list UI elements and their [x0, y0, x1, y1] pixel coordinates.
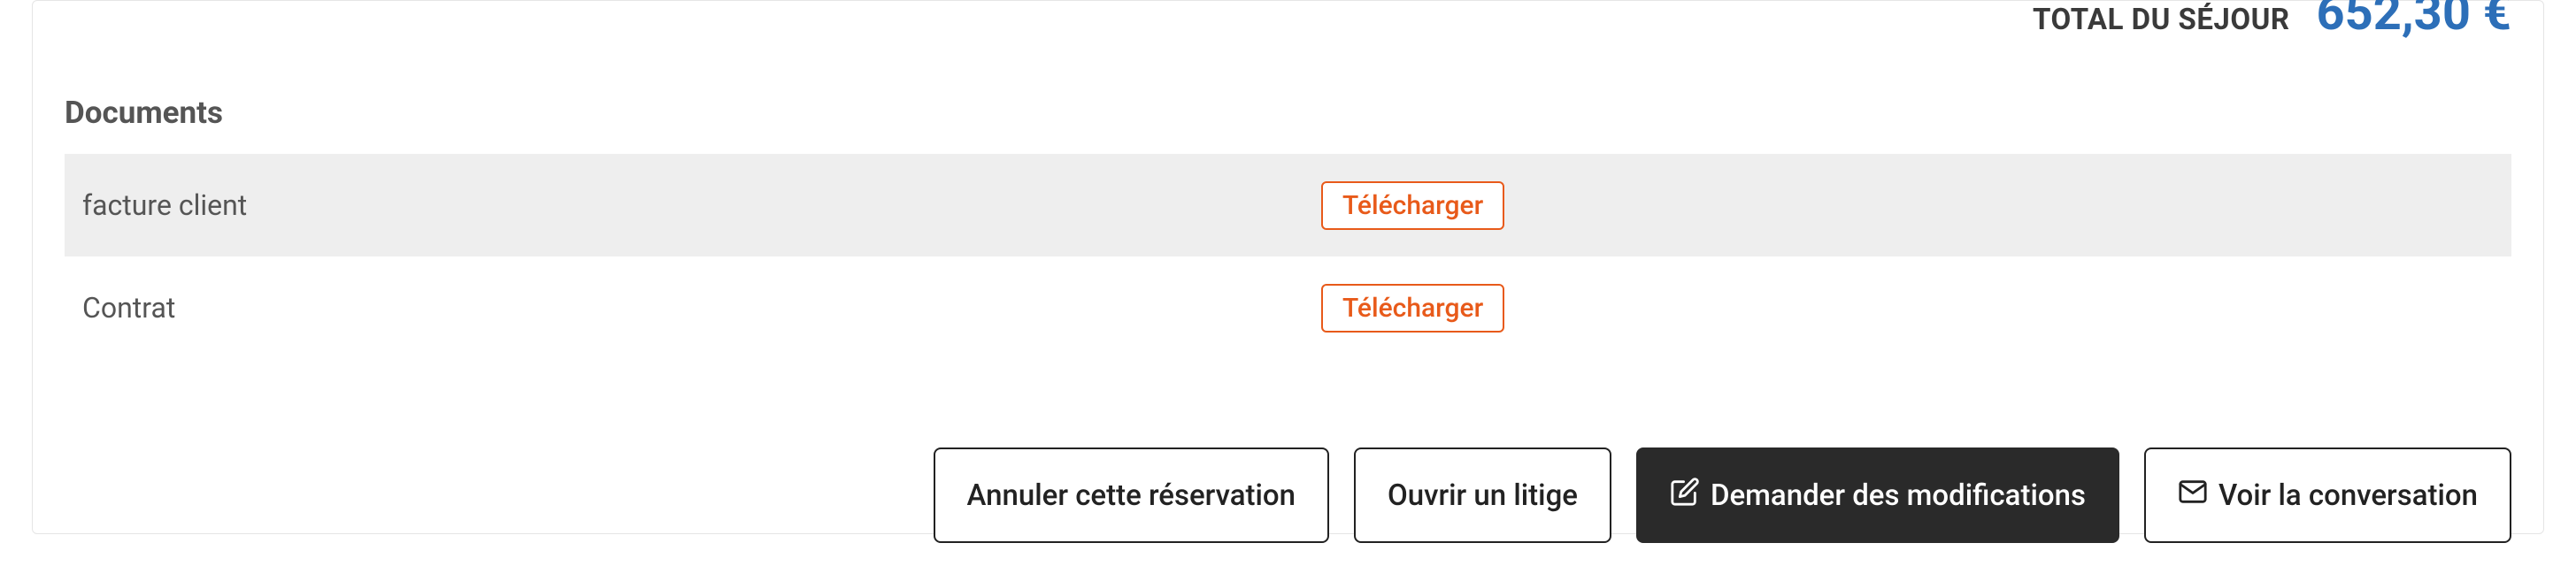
- open-dispute-button[interactable]: Ouvrir un litige: [1354, 447, 1611, 543]
- document-row: facture client Télécharger: [65, 154, 2511, 256]
- download-button[interactable]: Télécharger: [1321, 284, 1504, 333]
- document-name: Contrat: [82, 291, 1321, 325]
- button-label: Annuler cette réservation: [967, 478, 1296, 513]
- total-amount: 652,30 €: [2317, 0, 2511, 42]
- button-label: Demander des modifications: [1711, 478, 2086, 513]
- action-bar: Annuler cette réservation Ouvrir un liti…: [65, 447, 2511, 543]
- document-name: facture client: [82, 188, 1321, 222]
- cancel-reservation-button[interactable]: Annuler cette réservation: [934, 447, 1329, 543]
- download-button[interactable]: Télécharger: [1321, 181, 1504, 230]
- total-row: TOTAL DU SÉJOUR 652,30 €: [2033, 0, 2511, 42]
- documents-heading: Documents: [65, 95, 2511, 131]
- request-modifications-button[interactable]: Demander des modifications: [1636, 447, 2119, 543]
- edit-icon: [1670, 477, 1700, 515]
- button-label: Ouvrir un litige: [1388, 478, 1578, 513]
- total-label: TOTAL DU SÉJOUR: [2033, 3, 2290, 37]
- view-conversation-button[interactable]: Voir la conversation: [2144, 447, 2511, 543]
- mail-icon: [2178, 477, 2208, 515]
- reservation-card: TOTAL DU SÉJOUR 652,30 € Documents factu…: [32, 0, 2544, 534]
- document-row: Contrat Télécharger: [65, 256, 2511, 359]
- button-label: Voir la conversation: [2218, 478, 2478, 513]
